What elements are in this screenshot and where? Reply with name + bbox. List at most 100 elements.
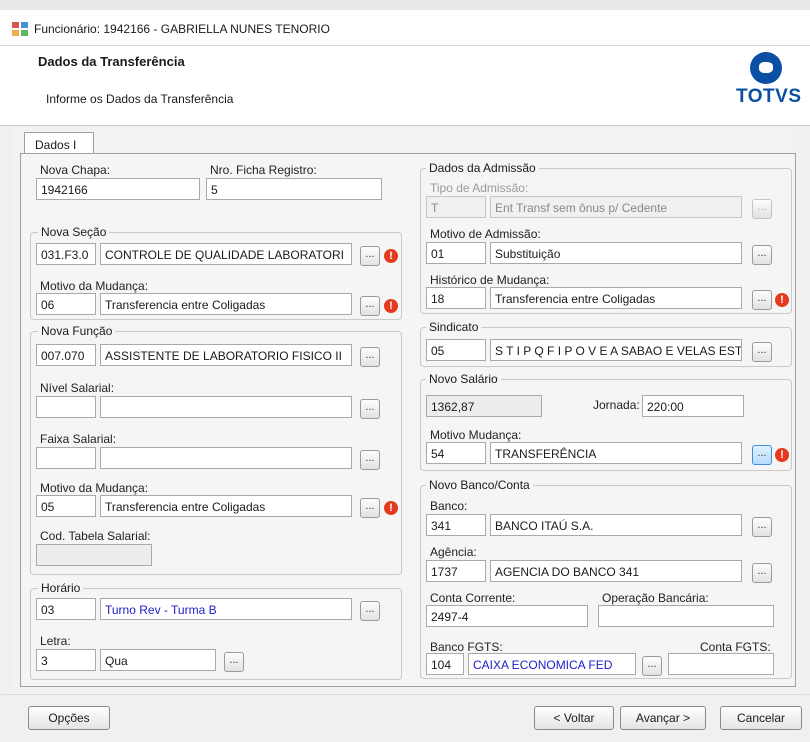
tipo-admissao-lookup-button: ...: [752, 199, 772, 219]
salario-motivo-lookup-button[interactable]: ...: [752, 445, 772, 465]
funcao-motivo-warning-icon: !: [384, 501, 398, 515]
nivel-lookup-button[interactable]: ...: [360, 399, 380, 419]
funcao-motivo-code[interactable]: 05: [36, 495, 96, 517]
banco-code[interactable]: 341: [426, 514, 486, 536]
salario-motivo-desc[interactable]: TRANSFERÊNCIA: [490, 442, 742, 464]
agencia-code[interactable]: 1737: [426, 560, 486, 582]
agencia-desc[interactable]: AGENCIA DO BANCO 341: [490, 560, 742, 582]
salario-motivo-warning-icon: !: [775, 448, 789, 462]
jornada-field[interactable]: 220:00: [642, 395, 744, 417]
salario-title: Novo Salário: [426, 372, 501, 386]
horario-lookup-button[interactable]: ...: [360, 601, 380, 621]
nova-secao-title: Nova Seção: [38, 225, 110, 239]
horario-title: Horário: [38, 581, 84, 595]
tipo-admissao-desc: Ent Transf sem ônus p/ Cedente: [490, 196, 742, 218]
banco-title: Novo Banco/Conta: [426, 478, 533, 492]
totvs-logo: TOTVS: [736, 52, 801, 114]
conta-fgts-label: Conta FGTS:: [700, 640, 771, 654]
salario-value-field: 1362,87: [426, 395, 542, 417]
motivo-admissao-lookup-button[interactable]: ...: [752, 245, 772, 265]
tab-dados-i[interactable]: Dados I: [24, 132, 94, 154]
wizard-header: Dados da Transferência Informe os Dados …: [0, 46, 810, 126]
secao-motivo-code[interactable]: 06: [36, 293, 96, 315]
agencia-label: Agência:: [430, 545, 477, 559]
secao-lookup-button[interactable]: ...: [360, 246, 380, 266]
salario-motivo-code[interactable]: 54: [426, 442, 486, 464]
tipo-admissao-code: T: [426, 196, 486, 218]
banco-fgts-lookup-button[interactable]: ...: [642, 656, 662, 676]
motivo-admissao-code[interactable]: 01: [426, 242, 486, 264]
page-subtitle: Informe os Dados da Transferência: [46, 92, 234, 106]
nivel-code-field[interactable]: [36, 396, 96, 418]
motivo-admissao-desc[interactable]: Substituição: [490, 242, 742, 264]
tipo-admissao-label: Tipo de Admissão:: [430, 181, 529, 195]
sindicato-title: Sindicato: [426, 320, 482, 334]
agencia-lookup-button[interactable]: ...: [752, 563, 772, 583]
sindicato-lookup-button[interactable]: ...: [752, 342, 772, 362]
salario-motivo-label: Motivo Mudança:: [430, 428, 522, 442]
banco-fgts-code[interactable]: 104: [426, 653, 464, 675]
banco-lookup-button[interactable]: ...: [752, 517, 772, 537]
horario-code-field[interactable]: 03: [36, 598, 96, 620]
conta-corrente-label: Conta Corrente:: [430, 591, 516, 605]
conta-fgts-field[interactable]: [668, 653, 774, 675]
faixa-lookup-button[interactable]: ...: [360, 450, 380, 470]
historico-warning-icon: !: [775, 293, 789, 307]
secao-motivo-desc[interactable]: Transferencia entre Coligadas: [100, 293, 352, 315]
footer-divider: [0, 694, 810, 695]
sindicato-code[interactable]: 05: [426, 339, 486, 361]
historico-code[interactable]: 18: [426, 287, 486, 309]
banco-label: Banco:: [430, 499, 468, 513]
sindicato-desc[interactable]: S T I P Q F I P O V E A SABAO E VELAS ES…: [490, 339, 742, 361]
nova-funcao-title: Nova Função: [38, 324, 116, 338]
conta-corrente-field[interactable]: 2497-4: [426, 605, 588, 627]
window-titlebar: Funcionário: 1942166 - GABRIELLA NUNES T…: [0, 0, 810, 46]
letra-lookup-button[interactable]: ...: [224, 652, 244, 672]
funcao-motivo-lookup-button[interactable]: ...: [360, 498, 380, 518]
secao-desc-field[interactable]: CONTROLE DE QUALIDADE LABORATORI: [100, 243, 352, 265]
secao-motivo-label: Motivo da Mudança:: [40, 279, 149, 293]
funcao-code-field[interactable]: 007.070: [36, 344, 96, 366]
nova-chapa-field[interactable]: 1942166: [36, 178, 200, 200]
back-button[interactable]: < Voltar: [534, 706, 614, 730]
motivo-admissao-label: Motivo de Admissão:: [430, 227, 541, 241]
nivel-salarial-label: Nível Salarial:: [40, 381, 115, 395]
window-icon: [12, 22, 28, 36]
secao-motivo-lookup-button[interactable]: ...: [360, 296, 380, 316]
funcao-motivo-desc[interactable]: Transferencia entre Coligadas: [100, 495, 352, 517]
funcao-desc-field[interactable]: ASSISTENTE DE LABORATORIO FISICO II: [100, 344, 352, 366]
operacao-field[interactable]: [598, 605, 774, 627]
page-title: Dados da Transferência: [38, 54, 185, 69]
nivel-desc-field[interactable]: [100, 396, 352, 418]
admissao-title: Dados da Admissão: [426, 161, 539, 175]
tabela-salarial-field: [36, 544, 152, 566]
cancel-button[interactable]: Cancelar: [720, 706, 802, 730]
nova-chapa-label: Nova Chapa:: [40, 163, 111, 177]
horario-desc-field[interactable]: Turno Rev - Turma B: [100, 598, 352, 620]
operacao-label: Operação Bancária:: [602, 591, 709, 605]
historico-label: Histórico de Mudança:: [430, 273, 550, 287]
tabela-salarial-label: Cod. Tabela Salarial:: [40, 529, 151, 543]
background-strip: [0, 0, 810, 10]
banco-desc[interactable]: BANCO ITAÚ S.A.: [490, 514, 742, 536]
letra-label: Letra:: [40, 634, 71, 648]
secao-motivo-warning-icon: !: [384, 299, 398, 313]
funcao-lookup-button[interactable]: ...: [360, 347, 380, 367]
next-button[interactable]: Avançar >: [620, 706, 706, 730]
banco-fgts-label: Banco FGTS:: [430, 640, 503, 654]
logo-mark-icon: [750, 52, 782, 84]
ficha-field[interactable]: 5: [206, 178, 382, 200]
faixa-code-field[interactable]: [36, 447, 96, 469]
secao-warning-icon: !: [384, 249, 398, 263]
secao-code-field[interactable]: 031.F3.0: [36, 243, 96, 265]
historico-lookup-button[interactable]: ...: [752, 290, 772, 310]
options-button[interactable]: Opções: [28, 706, 110, 730]
letra-code-field[interactable]: 3: [36, 649, 96, 671]
faixa-desc-field[interactable]: [100, 447, 352, 469]
window-title: Funcionário: 1942166 - GABRIELLA NUNES T…: [34, 22, 330, 36]
logo-text: TOTVS: [736, 86, 802, 107]
letra-desc-field[interactable]: Qua: [100, 649, 216, 671]
banco-fgts-desc[interactable]: CAIXA ECONOMICA FED: [468, 653, 636, 675]
ficha-label: Nro. Ficha Registro:: [210, 163, 317, 177]
historico-desc[interactable]: Transferencia entre Coligadas: [490, 287, 742, 309]
